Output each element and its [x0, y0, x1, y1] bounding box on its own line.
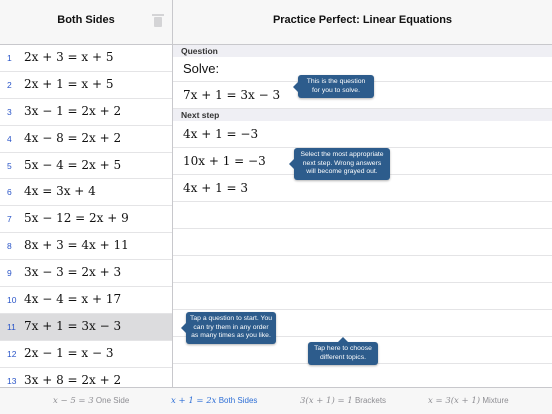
tab-math: x − 5 = 3 — [53, 396, 94, 406]
list-item-selected[interactable]: 11 7x + 1 = 3x − 3 — [0, 313, 172, 341]
row-equation: 3x − 3 = 2x + 3 — [24, 265, 122, 280]
list-item[interactable]: 4 4x − 8 = 2x + 2 — [0, 126, 172, 153]
row-equation: 5x − 4 = 2x + 5 — [24, 157, 122, 172]
tab-label: Mixture — [482, 396, 509, 405]
row-number: 3 — [7, 106, 12, 117]
equation-list: 1 2x + 3 = x + 5 2 2x + 1 = x + 5 3 3x − 1 … — [0, 45, 172, 395]
row-number: 12 — [7, 348, 17, 359]
tab-mixture[interactable]: x = 3(x + 1) Mixture — [428, 396, 509, 406]
list-item[interactable]: 9 3x − 3 = 2x + 3 — [0, 260, 172, 288]
row-equation: 4x = 3x + 4 — [24, 184, 96, 199]
row-number: 8 — [7, 241, 12, 252]
empty-row — [173, 256, 552, 283]
next-step-section-header: Next step — [173, 109, 552, 121]
topic-tab-bar: x − 5 = 3 One Side x + 1 = 2x Both Sides… — [0, 387, 552, 414]
next-step-tooltip: Select the most appropriate next step. W… — [289, 148, 390, 180]
tab-label: Brackets — [354, 396, 387, 405]
empty-row — [173, 202, 552, 229]
question-equation: 7x + 1 = 3x − 3 — [183, 88, 281, 102]
list-item[interactable]: 7 5x − 12 = 2x + 9 — [0, 206, 172, 234]
row-number: 7 — [7, 214, 12, 225]
tab-one-side[interactable]: x − 5 = 3 One Side — [53, 396, 129, 406]
empty-row — [173, 283, 552, 310]
option-equation: 4x + 1 = 3 — [183, 181, 249, 195]
option-equation: 10x + 1 = −3 — [183, 154, 266, 168]
row-equation: 2x + 1 = x + 5 — [24, 76, 114, 91]
row-number: 2 — [7, 79, 12, 90]
list-item[interactable]: 3 3x − 1 = 2x + 2 — [0, 99, 172, 126]
row-equation: 5x − 12 = 2x + 9 — [24, 211, 129, 226]
row-equation: 2x + 3 = x + 5 — [24, 50, 114, 64]
row-number: 6 — [7, 187, 12, 198]
row-equation: 7x + 1 = 3x − 3 — [24, 318, 122, 333]
row-number: 11 — [7, 321, 16, 332]
row-number: 4 — [7, 133, 12, 144]
row-number: 13 — [7, 375, 17, 386]
answer-option[interactable]: 4x + 1 = −3 — [173, 121, 552, 148]
row-number: 5 — [7, 160, 12, 171]
list-item[interactable]: 2 2x + 1 = x + 5 — [0, 72, 172, 99]
tab-math: x + 1 = 2x — [171, 396, 217, 406]
page-title: Practice Perfect: Linear Equations — [272, 14, 453, 26]
list-item[interactable]: 12 2x − 1 = x − 3 — [0, 341, 172, 368]
tab-math: x = 3(x + 1) — [428, 396, 481, 406]
list-item[interactable]: 6 4x = 3x + 4 — [0, 179, 172, 207]
trash-icon[interactable] — [152, 14, 164, 27]
tab-brackets[interactable]: 3(x + 1) = 1 Brackets — [300, 396, 386, 406]
row-number: 9 — [7, 268, 12, 279]
list-title: Both Sides — [57, 14, 115, 26]
question-section-header: Question — [173, 45, 552, 57]
tab-label: Both Sides — [218, 396, 258, 405]
practice-header: Practice Perfect: Linear Equations — [173, 0, 552, 45]
list-item[interactable]: 5 5x − 4 = 2x + 5 — [0, 153, 172, 180]
empty-row — [173, 229, 552, 256]
list-header: Both Sides — [0, 0, 172, 45]
row-equation: 3x + 8 = 2x + 2 — [24, 372, 122, 387]
row-equation: 8x + 3 = 4x + 11 — [24, 238, 129, 253]
tab-both-sides[interactable]: x + 1 = 2x Both Sides — [171, 396, 257, 406]
start-tooltip: Tap a question to start. You can try the… — [181, 312, 276, 344]
list-item[interactable]: 10 4x − 4 = x + 17 — [0, 287, 172, 314]
row-equation: 4x − 8 = 2x + 2 — [24, 130, 122, 145]
question-tooltip: This is the question for you to solve. — [293, 75, 374, 98]
row-equation: 4x − 4 = x + 17 — [24, 292, 122, 307]
row-equation: 3x − 1 = 2x + 2 — [24, 103, 122, 118]
list-item[interactable]: 8 8x + 3 = 4x + 11 — [0, 233, 172, 261]
row-number: 1 — [7, 53, 12, 63]
option-equation: 4x + 1 = −3 — [183, 127, 259, 141]
tab-math: 3(x + 1) = 1 — [300, 396, 353, 406]
topics-tooltip: Tap here to choose different topics. — [308, 337, 378, 365]
row-number: 10 — [7, 295, 17, 306]
list-item[interactable]: 1 2x + 3 = x + 5 — [0, 45, 172, 72]
row-equation: 2x − 1 = x − 3 — [24, 345, 114, 360]
equation-list-panel: Both Sides 1 2x + 3 = x + 5 2 2x + 1 = x +… — [0, 0, 173, 395]
solve-label: Solve: — [183, 61, 220, 76]
tab-label: One Side — [95, 396, 130, 405]
